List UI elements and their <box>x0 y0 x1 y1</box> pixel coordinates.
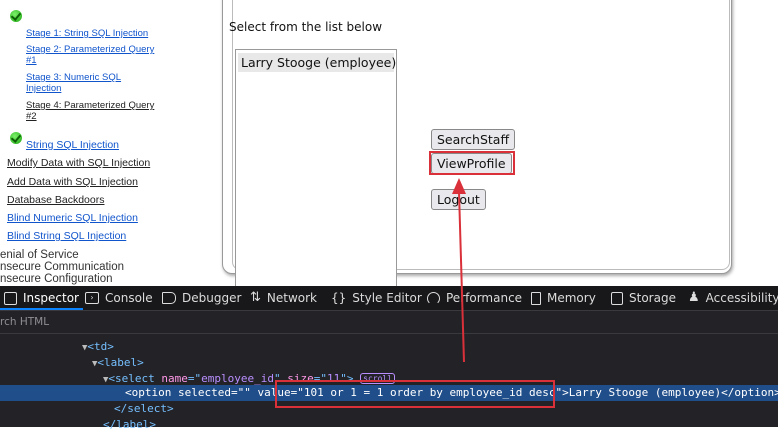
tab-label: Performance <box>446 291 523 305</box>
select-prompt: Select from the list below <box>229 20 383 34</box>
tab-label: Storage <box>629 291 676 305</box>
expand-triangle-icon[interactable]: ▼ <box>0 375 108 385</box>
tag-name: label <box>104 356 138 369</box>
expand-triangle-icon[interactable]: ▼ <box>0 343 87 353</box>
tab-network[interactable]: ⇅ Network <box>250 286 317 310</box>
search-html-input[interactable]: rch HTML <box>0 311 778 334</box>
logout-button[interactable]: Logout <box>431 189 486 210</box>
stage-2-link[interactable]: Stage 2: Parameterized Query #1 <box>26 44 156 66</box>
tab-inspector[interactable]: Inspector <box>0 286 83 310</box>
tab-storage[interactable]: Storage <box>611 286 676 310</box>
search-staff-button[interactable]: SearchStaff <box>431 129 516 150</box>
lesson-database-backdoors[interactable]: Database Backdoors <box>7 194 104 206</box>
style-editor-icon: {} <box>331 291 347 305</box>
storage-icon <box>611 291 623 305</box>
tab-label: Inspector <box>23 291 79 305</box>
attr-value: employee_id <box>201 372 275 385</box>
tab-label: Style Editor <box>352 291 422 305</box>
tree-node-label-close[interactable]: </label> <box>0 417 778 433</box>
webgoat-page: Stage 1: String SQL Injection Stage 2: P… <box>0 0 778 286</box>
stage-4-link[interactable]: Stage 4: Parameterized Query #2 <box>26 100 156 122</box>
tag-name: label <box>116 418 150 431</box>
completed-check-icon <box>10 10 22 22</box>
tab-debugger[interactable]: Debugger <box>162 286 241 310</box>
lesson-modify-data[interactable]: Modify Data with SQL Injection <box>7 157 150 169</box>
tag-name: option <box>734 386 775 399</box>
tab-label: Network <box>266 291 318 305</box>
tag-name: select <box>127 402 167 415</box>
employee-listbox[interactable]: Larry Stooge (employee) <box>235 49 397 286</box>
tab-label: Console <box>105 291 153 305</box>
tree-node-td[interactable]: ▼<td> <box>0 339 778 355</box>
option-text: Larry Stooge (employee) <box>568 386 722 399</box>
devtools-toolbar: Inspector › Console Debugger ⇅ Network {… <box>0 286 778 311</box>
stage-3-link[interactable]: Stage 3: Numeric SQL Injection <box>26 72 156 94</box>
category-denial-of-service[interactable]: enial of Service <box>0 249 79 262</box>
attr-name: name <box>161 372 188 385</box>
accessibility-icon: ♟ <box>688 290 700 305</box>
lesson-string-sql-injection[interactable]: String SQL Injection <box>26 139 119 151</box>
stage-1-link[interactable]: Stage 1: String SQL Injection <box>26 28 156 39</box>
tree-node-label[interactable]: ▼<label> <box>0 355 778 371</box>
category-insecure-communication[interactable]: nsecure Communication <box>0 261 124 274</box>
tab-label: Debugger <box>182 291 242 305</box>
tab-style-editor[interactable]: {} Style Editor <box>331 286 422 310</box>
lesson-blind-string[interactable]: Blind String SQL Injection <box>7 230 126 242</box>
inspector-icon <box>4 291 17 305</box>
tag-name: td <box>94 340 108 353</box>
memory-icon <box>531 291 541 305</box>
annotation-box-injection-value <box>275 380 555 408</box>
lesson-add-data[interactable]: Add Data with SQL Injection <box>7 176 138 188</box>
tab-label: Memory <box>547 291 596 305</box>
expand-triangle-icon[interactable]: ▼ <box>0 359 97 369</box>
employee-option[interactable]: Larry Stooge (employee) <box>238 53 396 72</box>
tag-name: option <box>131 386 172 399</box>
completed-check-icon <box>10 132 22 144</box>
search-placeholder: rch HTML <box>0 316 50 328</box>
tab-memory[interactable]: Memory <box>531 286 596 310</box>
tab-performance[interactable]: Performance <box>427 286 522 310</box>
tag-name: select <box>115 372 155 385</box>
attr-name: selected <box>178 386 231 399</box>
tab-console[interactable]: › Console <box>85 286 153 310</box>
annotation-box-view-profile <box>429 151 515 175</box>
performance-icon <box>427 291 440 305</box>
debugger-icon <box>162 292 176 304</box>
category-insecure-configuration[interactable]: nsecure Configuration <box>0 273 113 286</box>
tab-label: Accessibility <box>705 291 778 305</box>
lesson-blind-numeric[interactable]: Blind Numeric SQL Injection <box>7 212 138 224</box>
network-icon: ⇅ <box>250 290 261 305</box>
console-icon: › <box>85 292 99 304</box>
tab-accessibility[interactable]: ♟ Accessibility <box>688 286 778 310</box>
